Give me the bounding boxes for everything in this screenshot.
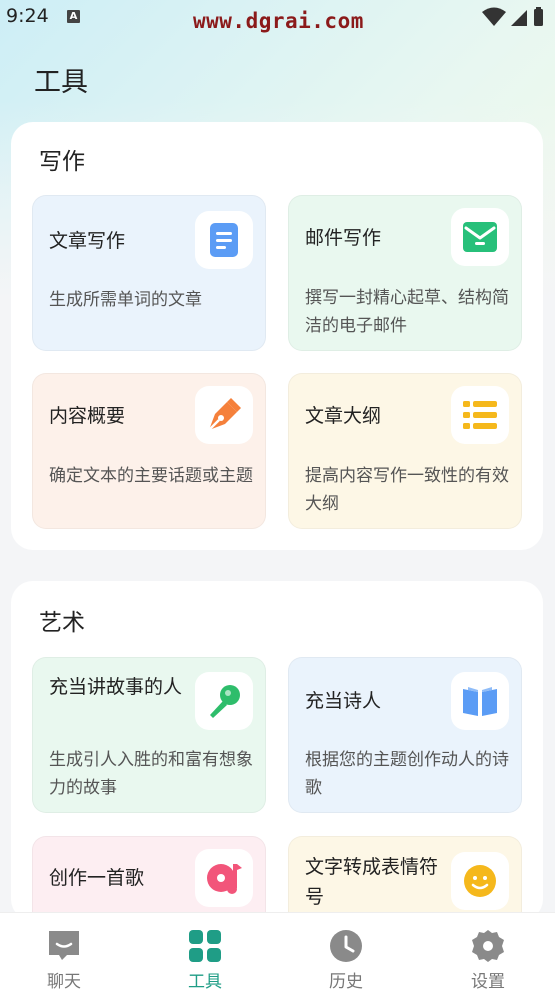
card-title: 邮件写作 (305, 227, 382, 249)
tool-card-content-summary[interactable]: 内容概要 确定文本的主要话题或主题 (32, 373, 266, 529)
cellular-icon (511, 10, 527, 26)
gear-icon (472, 930, 504, 962)
smiley-icon (451, 852, 509, 910)
bottom-nav: 聊天 工具 历史 设置 (0, 912, 555, 997)
card-title: 创作一首歌 (49, 867, 145, 889)
tool-card-article-writing[interactable]: 文章写作 生成所需单词的文章 (32, 195, 266, 351)
battery-icon (534, 9, 543, 26)
nav-label: 工具 (188, 972, 222, 992)
section-art: 艺术 充当讲故事的人 生成引人入胜的和富有想象力的故事 充当诗人 根据您的主题创… (11, 581, 543, 936)
notification-icon: A (67, 10, 80, 23)
card-description: 撰写一封精心起草、结构简洁的电子邮件 (305, 288, 509, 336)
nav-item-history[interactable]: 历史 (296, 913, 396, 997)
clock-icon (330, 930, 362, 962)
card-description: 确定文本的主要话题或主题 (49, 466, 253, 486)
card-description: 生成引人入胜的和富有想象力的故事 (49, 750, 253, 798)
microphone-icon (195, 672, 253, 730)
section-title: 艺术 (39, 610, 85, 636)
book-icon (451, 672, 509, 730)
card-title: 内容概要 (49, 405, 126, 427)
nav-label: 聊天 (47, 972, 81, 992)
tool-card-storyteller[interactable]: 充当讲故事的人 生成引人入胜的和富有想象力的故事 (32, 657, 266, 813)
nav-item-settings[interactable]: 设置 (438, 913, 538, 997)
document-icon (195, 211, 253, 269)
tool-card-email-writing[interactable]: 邮件写作 撰写一封精心起草、结构简洁的电子邮件 (288, 195, 522, 351)
nav-label: 设置 (471, 972, 505, 992)
nav-label: 历史 (329, 972, 363, 992)
card-title: 充当诗人 (305, 690, 382, 712)
wifi-icon (482, 7, 506, 26)
list-icon (451, 386, 509, 444)
card-description: 根据您的主题创作动人的诗歌 (305, 750, 509, 798)
pen-icon (195, 386, 253, 444)
card-title: 文章写作 (49, 230, 126, 252)
mail-icon (451, 208, 509, 266)
card-description: 生成所需单词的文章 (49, 290, 202, 310)
grid-icon (189, 930, 221, 962)
section-title: 写作 (39, 149, 85, 175)
signal-icons (482, 7, 543, 26)
card-title: 文字转成表情符号 (305, 856, 439, 908)
chat-icon (49, 931, 79, 960)
nav-item-tools[interactable]: 工具 (155, 913, 255, 997)
music-icon (195, 849, 253, 907)
page-title: 工具 (34, 67, 88, 98)
watermark: www.dgrai.com (193, 9, 364, 33)
status-time: 9:24 (6, 5, 49, 27)
section-writing: 写作 文章写作 生成所需单词的文章 邮件写作 撰写一封精心起草、结构简洁的电子邮… (11, 122, 543, 550)
tool-card-poet[interactable]: 充当诗人 根据您的主题创作动人的诗歌 (288, 657, 522, 813)
nav-item-chat[interactable]: 聊天 (14, 913, 114, 997)
status-bar: 9:24 A www.dgrai.com (0, 0, 555, 36)
tool-card-article-outline[interactable]: 文章大纲 提高内容写作一致性的有效大纲 (288, 373, 522, 529)
card-description: 提高内容写作一致性的有效大纲 (305, 466, 509, 514)
card-title: 文章大纲 (305, 405, 382, 427)
card-title: 充当讲故事的人 (49, 676, 183, 698)
status-icons (481, 6, 547, 32)
